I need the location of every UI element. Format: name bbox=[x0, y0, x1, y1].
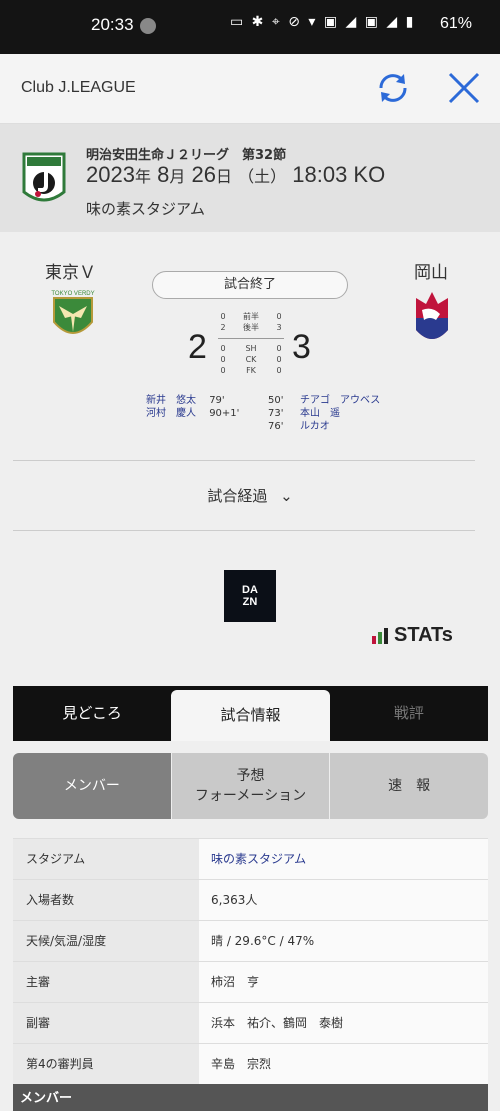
stats-logo[interactable]: STATs bbox=[372, 624, 453, 647]
tab-match-info[interactable]: 試合情報 bbox=[171, 690, 330, 741]
match-stats-table: 0 前半 0 2 後半 3 0 SH 0 0 CK 0 0 FK 0 bbox=[218, 311, 284, 376]
stadium-link[interactable]: 味の素スタジアム bbox=[199, 839, 488, 879]
table-row: 入場者数 6,363人 bbox=[13, 880, 488, 921]
stat-row-corners: 0 CK 0 bbox=[220, 355, 282, 364]
refresh-button[interactable] bbox=[373, 68, 413, 108]
match-status-badge: 試合終了 bbox=[152, 271, 348, 299]
main-tabs: 見どころ 試合情報 戦評 bbox=[13, 686, 488, 741]
home-scorers: 新井 悠太 79' 河村 慶人 90+1' bbox=[146, 394, 239, 420]
stat-divider bbox=[218, 333, 284, 339]
chevron-down-icon: ⌄ bbox=[280, 487, 293, 505]
stat-row-shots: 0 SH 0 bbox=[220, 344, 282, 353]
subtab-formation[interactable]: 予想 フォーメーション bbox=[170, 753, 330, 819]
battery-level: 61% bbox=[439, 15, 472, 32]
table-row: 第4の審判員 辛島 宗烈 bbox=[13, 1044, 488, 1085]
tab-review[interactable]: 戦評 bbox=[330, 686, 488, 741]
home-scorer-row[interactable]: 新井 悠太 79' bbox=[146, 394, 239, 407]
divider bbox=[13, 460, 475, 461]
table-row: 副審 浜本 祐介、鶴岡 泰樹 bbox=[13, 1003, 488, 1044]
table-row: 天候/気温/湿度 晴 / 29.6°C / 47% bbox=[13, 921, 488, 962]
close-icon bbox=[448, 72, 480, 104]
subtab-members[interactable]: メンバー bbox=[13, 753, 171, 819]
app-title: Club J.LEAGUE bbox=[21, 79, 136, 96]
match-datetime: 2023年 8月 26日 （土） 18:03 KO bbox=[86, 162, 386, 187]
away-scorer-row[interactable]: 50' チアゴ アウベス bbox=[268, 394, 380, 407]
match-header: 明治安田生命Ｊ２リーグ 第32節 2023年 8月 26日 （土） 18:03 … bbox=[0, 124, 500, 232]
home-team-name[interactable]: 東京Ｖ bbox=[45, 258, 96, 283]
match-venue: 味の素スタジアム bbox=[86, 200, 205, 218]
away-score: 3 bbox=[292, 328, 311, 366]
svg-text:TOKYO VERDY: TOKYO VERDY bbox=[51, 291, 94, 297]
stats-bars-icon bbox=[372, 627, 388, 644]
status-icons: ▭ ✱ ⌖ ⊘ ▾ ▣ ◢ ▣ ◢ ▮ bbox=[230, 14, 416, 30]
status-bar: 20:33 ▭ ✱ ⌖ ⊘ ▾ ▣ ◢ ▣ ◢ ▮ 61% bbox=[0, 0, 500, 54]
stat-row-second-half: 2 後半 3 bbox=[220, 323, 282, 332]
refresh-icon bbox=[379, 74, 407, 102]
tokyo-verdy-emblem[interactable]: TOKYO VERDY bbox=[51, 288, 95, 344]
close-button[interactable] bbox=[444, 68, 484, 108]
j-league-logo bbox=[22, 152, 66, 202]
home-score: 2 bbox=[188, 328, 207, 366]
notification-app-icon bbox=[140, 18, 156, 34]
sub-tabs: メンバー 予想 フォーメーション 速 報 bbox=[13, 753, 488, 819]
league-round: 明治安田生命Ｊ２リーグ 第32節 bbox=[86, 148, 287, 163]
match-progress-toggle[interactable]: 試合経過 ⌄ bbox=[0, 485, 500, 506]
status-time: 20:33 bbox=[91, 15, 134, 34]
table-row: 主審 柿沼 亨 bbox=[13, 962, 488, 1003]
tab-highlights[interactable]: 見どころ bbox=[13, 686, 171, 741]
away-scorer-row[interactable]: 76' ルカオ bbox=[268, 420, 380, 433]
subtab-live[interactable]: 速 報 bbox=[329, 753, 488, 819]
home-scorer-row[interactable]: 河村 慶人 90+1' bbox=[146, 407, 239, 420]
table-row: スタジアム 味の素スタジアム bbox=[13, 839, 488, 880]
stat-row-first-half: 0 前半 0 bbox=[220, 312, 282, 321]
away-scorer-row[interactable]: 73' 本山 遥 bbox=[268, 407, 380, 420]
stat-row-free-kicks: 0 FK 0 bbox=[220, 366, 282, 375]
members-section-header: メンバー bbox=[13, 1084, 488, 1111]
app-bar: Club J.LEAGUE bbox=[0, 54, 500, 124]
divider bbox=[13, 530, 475, 531]
away-scorers: 50' チアゴ アウベス 73' 本山 遥 76' ルカオ bbox=[268, 394, 380, 433]
fagiano-okayama-emblem[interactable] bbox=[412, 290, 452, 348]
dazn-logo[interactable]: DA ZN bbox=[224, 570, 276, 622]
match-info-table: スタジアム 味の素スタジアム 入場者数 6,363人 天候/気温/湿度 晴 / … bbox=[13, 838, 488, 1085]
away-team-name[interactable]: 岡山 bbox=[414, 258, 448, 283]
